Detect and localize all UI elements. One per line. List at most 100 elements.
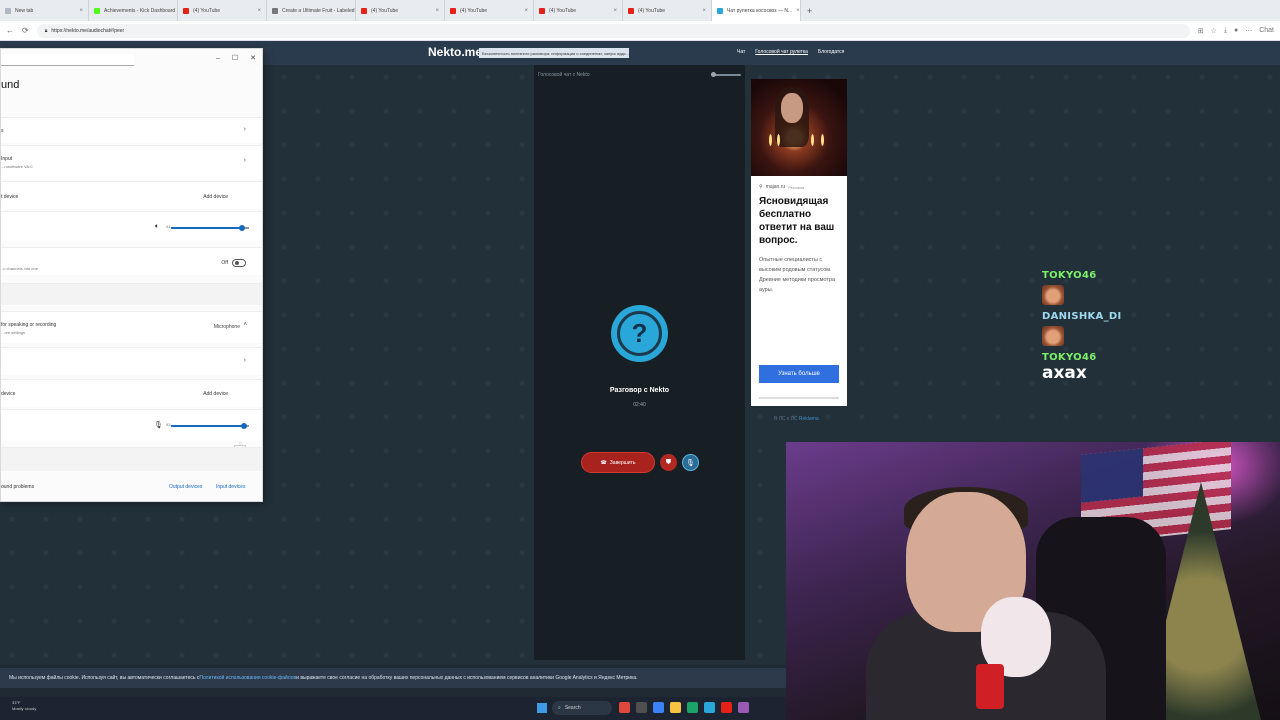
input-device-row[interactable]: Input ...rosoftware VA:0 › (1, 145, 262, 179)
browser-tab[interactable]: (4) YouTube × (623, 0, 712, 21)
volume-slider[interactable] (711, 72, 741, 77)
ad-image (751, 79, 847, 176)
taskbar-app-icon[interactable] (653, 702, 664, 713)
location-pin-icon: ⚲ (759, 184, 763, 190)
output-devices-link[interactable]: Output devices (169, 484, 202, 490)
browser-tab[interactable]: Create a Ultimate Fruit - Labeled× (267, 0, 356, 21)
screen: New tab×Achievements - Kick Dashboard×(4… (0, 0, 1280, 720)
address-bar[interactable]: 🔒︎ https://nekto.me/audiochat#/peer (36, 23, 1190, 38)
question-mark-icon: ? (617, 311, 662, 356)
browser-tab[interactable]: (4) YouTube × (356, 0, 445, 21)
tab-favicon-icon (272, 7, 278, 14)
nav-voice-chat[interactable]: Голосовой чат рулетка (755, 49, 808, 55)
ad-cta-button[interactable]: Узнать больше (759, 365, 839, 383)
tab-label: (4) YouTube (371, 7, 399, 14)
input-section-row[interactable]: for speaking or recording ...ore setting… (1, 311, 262, 343)
microphone-icon[interactable]: 🎙︎ (154, 421, 163, 429)
new-tab-button[interactable]: + (801, 6, 818, 16)
taskbar: 33°F Mostly cloudy ⌕ Search (0, 697, 786, 720)
tab-label: Achievements - Kick Dashboard (104, 7, 176, 14)
chat-message-text: axax (1042, 363, 1087, 383)
taskbar-app-icon[interactable] (619, 702, 630, 713)
output-volume-row: 🔈︎ 91 (1, 211, 262, 241)
browser-tab[interactable]: (4) YouTube × (178, 0, 267, 21)
taskbar-app-icon[interactable] (670, 702, 681, 713)
tab-favicon-icon (183, 7, 189, 14)
close-icon[interactable]: ✕ (250, 54, 256, 62)
nav-donate[interactable]: Блогодатся (818, 49, 844, 55)
tab-close-icon[interactable]: × (435, 8, 439, 14)
ad-source: ⚲ majan.ru Реклама (751, 176, 847, 190)
taskbar-apps (619, 702, 749, 713)
maximize-icon[interactable]: ☐ (232, 54, 238, 62)
add-output-device-button[interactable]: Add device (203, 194, 228, 200)
weather-widget[interactable]: 33°F Mostly cloudy (12, 700, 36, 712)
url-text: https://nekto.me/audiochat#/peer (51, 27, 125, 34)
profile-icon[interactable]: ● (1234, 27, 1238, 35)
taskbar-app-icon[interactable] (721, 702, 732, 713)
tab-close-icon[interactable]: × (79, 8, 83, 14)
settings-heading: und (1, 79, 20, 91)
chat-button[interactable]: Chat (1259, 27, 1274, 35)
minimize-icon[interactable]: – (216, 55, 220, 62)
conversation-title: Разговор с Nekto (609, 387, 670, 394)
star-icon[interactable]: ☆ (1211, 27, 1217, 35)
site-nav: Чат Голосовой чат рулетка Блогодатся (737, 49, 844, 55)
tab-favicon-icon (717, 7, 723, 14)
window-titlebar: – ☐ ✕ (1, 49, 262, 67)
mono-audio-state: Off (221, 260, 228, 266)
mic-toggle-button[interactable]: 🎙︎ (682, 454, 699, 471)
taskbar-app-icon[interactable] (687, 702, 698, 713)
mono-audio-sub: ..o channels into one (1, 266, 38, 271)
browser-tab[interactable]: (4) YouTube × (534, 0, 623, 21)
taskbar-app-icon[interactable] (738, 702, 749, 713)
input-section-label: for speaking or recording (1, 322, 57, 328)
tab-close-icon[interactable]: × (524, 8, 528, 14)
input-devices-link[interactable]: Input devices (216, 484, 245, 490)
nav-chat[interactable]: Чат (737, 49, 745, 55)
tab-close-icon[interactable]: × (613, 8, 617, 14)
tab-label: Чат рулетка кососвоз — N... (727, 7, 793, 14)
ad-card[interactable]: ⚲ majan.ru Реклама Ясновидящая бесплатно… (751, 79, 847, 406)
tab-favicon-icon (628, 7, 634, 14)
speaker-icon[interactable]: 🔈︎ (155, 223, 159, 231)
end-call-button[interactable]: ☎ Завершить (581, 452, 655, 473)
back-icon[interactable]: ← (6, 26, 14, 35)
browser-tab[interactable]: New tab × (0, 0, 89, 21)
output-volume-slider[interactable] (171, 225, 249, 231)
browser-tab[interactable]: Чат рулетка кососвоз — N... × (712, 0, 801, 21)
add-input-device-button[interactable]: Add device (203, 391, 228, 397)
taskbar-app-icon[interactable] (704, 702, 715, 713)
extensions-icon[interactable]: ⊞ (1198, 27, 1204, 35)
taskbar-app-icon[interactable] (636, 702, 647, 713)
tab-favicon-icon (5, 7, 11, 14)
ad-footer-link[interactable]: Reklama (799, 416, 819, 422)
report-button[interactable]: ⛊ (660, 454, 677, 471)
menu-icon[interactable]: ⋯ (1245, 27, 1252, 35)
site-logo[interactable]: Nekto.me (428, 45, 482, 59)
taskbar-search[interactable]: ⌕ Search (552, 701, 612, 715)
chat-username: TOKYO46 (1042, 270, 1097, 281)
troubleshoot-link[interactable]: ound problems (1, 484, 34, 490)
cookie-policy-link[interactable]: Политикой использования cookie-файлов (199, 675, 296, 681)
browser-tab-bar: New tab×Achievements - Kick Dashboard×(4… (0, 0, 1280, 21)
download-icon[interactable]: ⤓ (1224, 27, 1227, 35)
tab-close-icon[interactable]: × (702, 8, 706, 14)
tab-close-icon[interactable]: × (257, 8, 261, 14)
chevron-right-icon: › (243, 357, 246, 364)
microphone-device-row[interactable]: › (1, 347, 262, 375)
mono-audio-toggle[interactable] (232, 259, 246, 267)
windows-start-icon[interactable] (537, 703, 547, 713)
output-row[interactable]: s › (1, 117, 262, 143)
tab-close-icon[interactable]: × (796, 8, 800, 14)
webcam-feed (786, 442, 1280, 720)
chat-message: TOKYO46 axax (1042, 352, 1272, 383)
input-device-title: Input (1, 156, 13, 162)
input-section-sub: ...ore settings (1, 330, 26, 335)
reload-icon[interactable]: ⟳ (22, 26, 29, 35)
stream-chat-overlay: TOKYO46 DANISHKA_DI TOKYO46 axax (1042, 270, 1272, 383)
browser-tab[interactable]: Achievements - Kick Dashboard× (89, 0, 178, 21)
chevron-up-icon[interactable]: ˄ (243, 322, 247, 328)
browser-tab[interactable]: (4) YouTube × (445, 0, 534, 21)
input-volume-slider[interactable] (171, 423, 249, 429)
